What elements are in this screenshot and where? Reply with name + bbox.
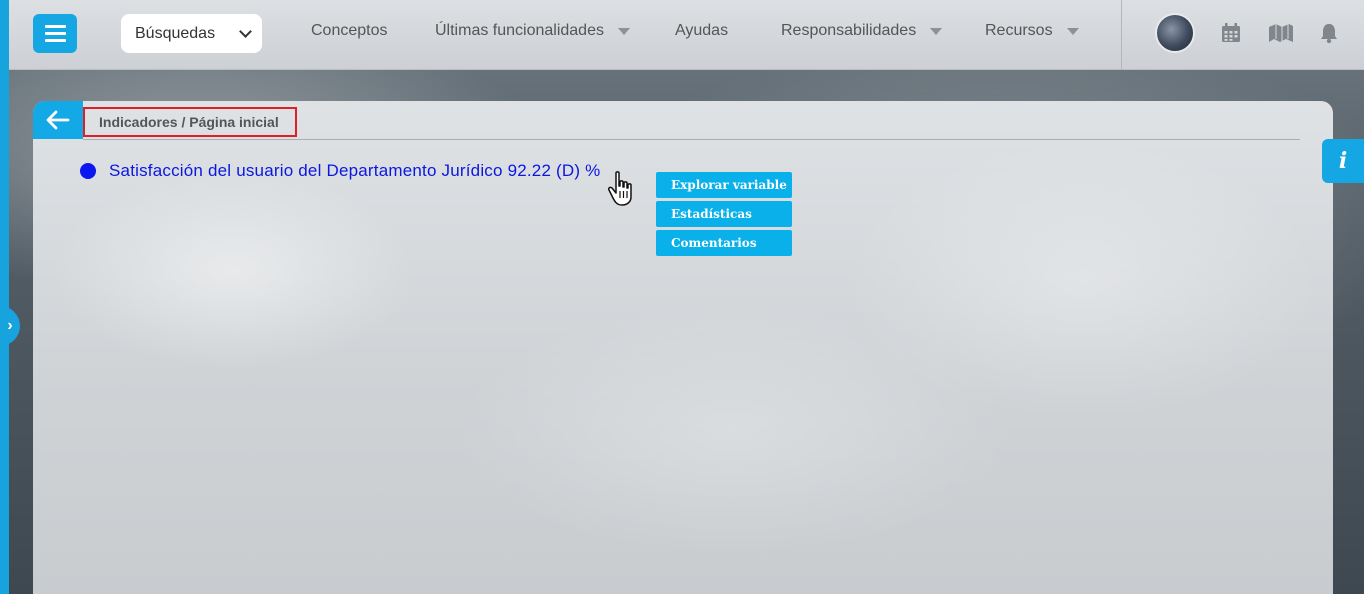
arrow-left-icon (46, 110, 70, 130)
nav-recursos[interactable]: Recursos (985, 22, 1079, 40)
map-icon[interactable] (1268, 22, 1294, 44)
context-menu: Explorar variable Estadísticas Comentari… (656, 172, 792, 256)
topbar-divider (1121, 0, 1122, 70)
menu-item-comentarios[interactable]: Comentarios (656, 230, 792, 256)
search-select[interactable]: Búsquedas (121, 14, 262, 53)
menu-icon (44, 25, 66, 28)
nav-label: Conceptos (311, 22, 388, 39)
status-dot-icon (80, 163, 96, 179)
indicator-item: Satisfacción del usuario del Departament… (80, 161, 600, 181)
nav-label: Responsabilidades (781, 22, 917, 39)
menu-item-estadisticas[interactable]: Estadísticas (656, 201, 792, 227)
hand-pointer-icon (608, 171, 632, 206)
back-button[interactable] (33, 101, 83, 139)
left-accent-stripe (0, 0, 9, 594)
nav-conceptos[interactable]: Conceptos (311, 22, 388, 40)
breadcrumb[interactable]: Indicadores / Página inicial (83, 107, 297, 137)
divider (83, 139, 1300, 140)
bell-icon[interactable] (1318, 22, 1340, 44)
hamburger-menu-button[interactable] (33, 14, 77, 53)
chevron-down-icon (239, 24, 252, 38)
indicator-link[interactable]: Satisfacción del usuario del Departament… (109, 161, 600, 181)
top-navigation-bar: Búsquedas Conceptos Últimas funcionalida… (9, 0, 1364, 70)
menu-item-explorar-variable[interactable]: Explorar variable (656, 172, 792, 198)
breadcrumb-text: Indicadores / Página inicial (99, 114, 279, 130)
chevron-right-icon: › (7, 317, 13, 334)
dropdown-arrow-icon (1066, 27, 1079, 35)
info-button[interactable]: i (1322, 139, 1364, 183)
calendar-icon[interactable] (1220, 22, 1242, 44)
search-select-value: Búsquedas (135, 24, 216, 42)
nav-ayudas[interactable]: Ayudas (675, 22, 728, 40)
user-avatar[interactable] (1155, 13, 1195, 53)
dropdown-arrow-icon (930, 27, 943, 35)
sidebar-expand-button[interactable]: › (0, 306, 20, 346)
nav-label: Últimas funcionalidades (435, 22, 604, 39)
nav-responsabilidades[interactable]: Responsabilidades (781, 22, 943, 40)
info-icon: i (1338, 148, 1348, 174)
main-card: Indicadores / Página inicial Satisfacció… (33, 101, 1333, 594)
nav-ultimas-funcionalidades[interactable]: Últimas funcionalidades (435, 22, 630, 40)
nav-label: Recursos (985, 22, 1053, 39)
dropdown-arrow-icon (617, 27, 630, 35)
nav-label: Ayudas (675, 22, 729, 39)
